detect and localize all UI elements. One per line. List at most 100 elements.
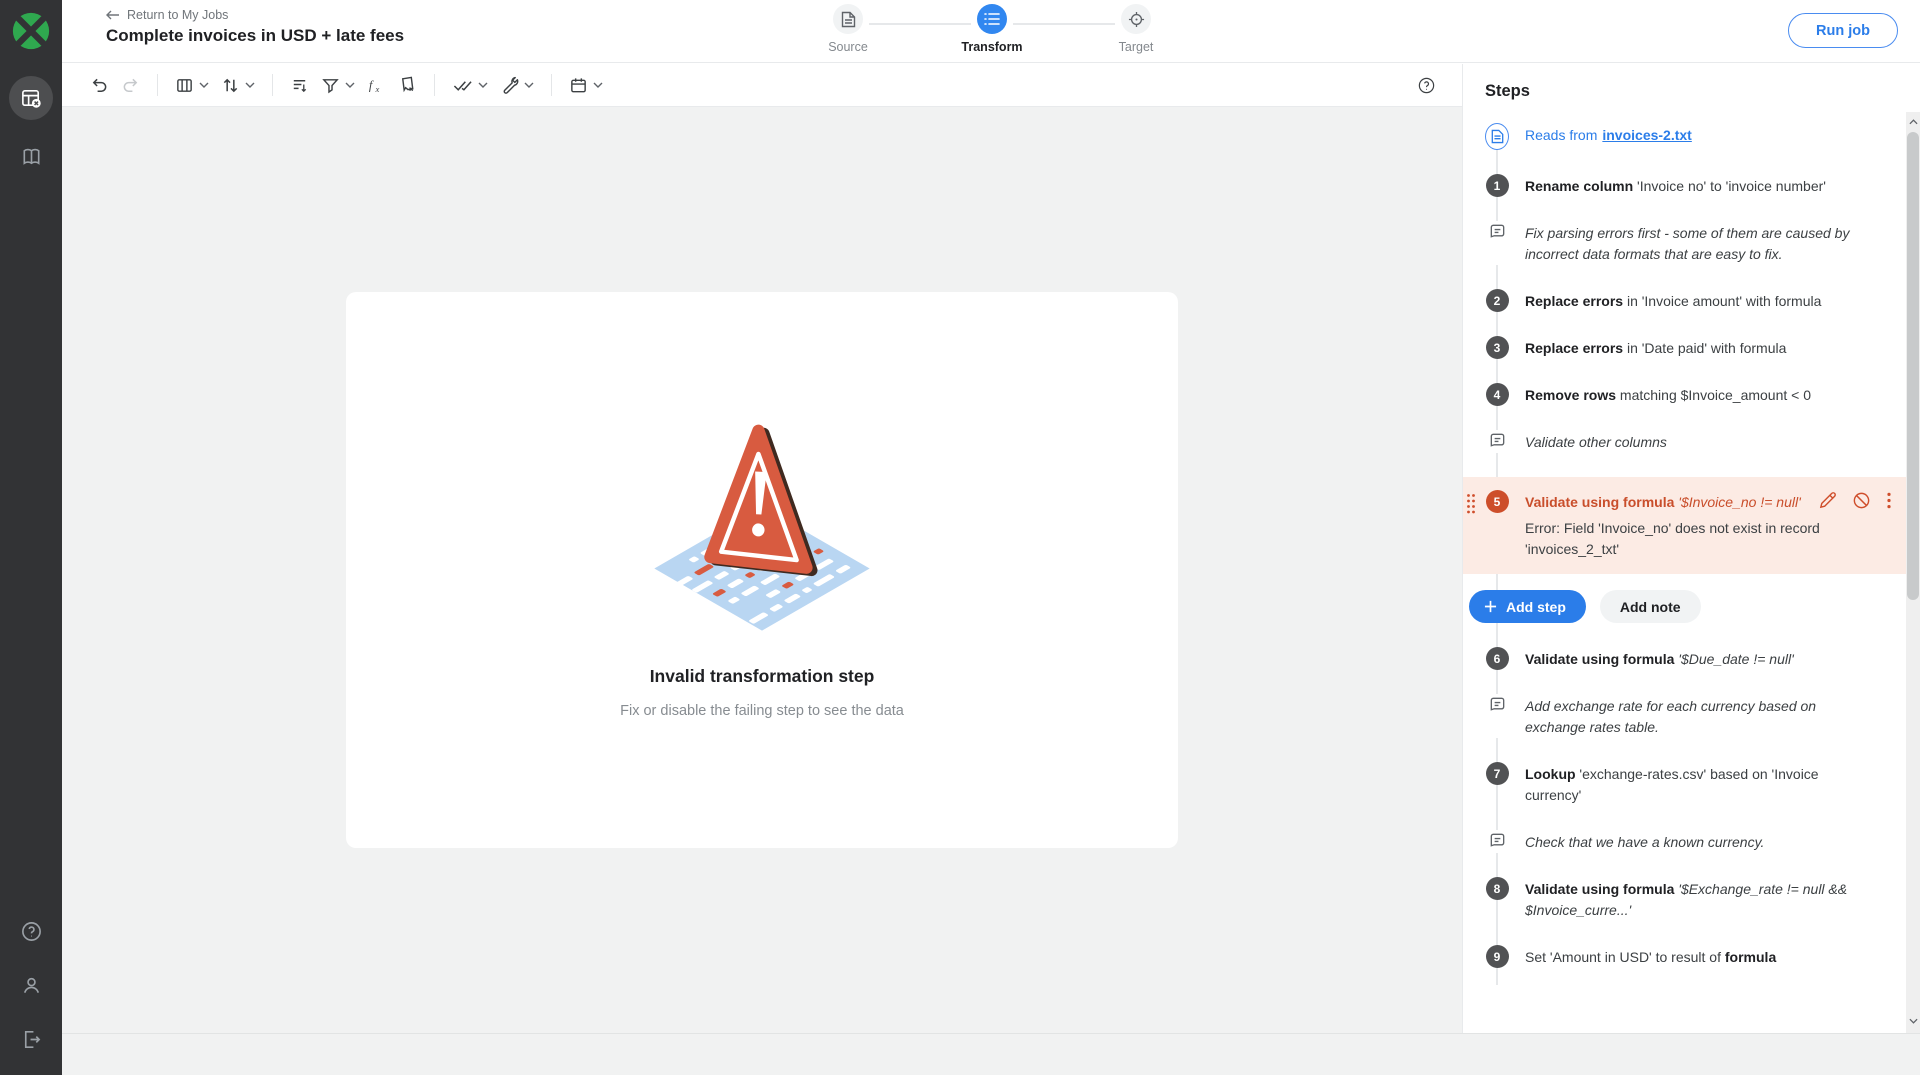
step-action: Replace errors	[1525, 293, 1623, 309]
kebab-menu-icon	[1886, 491, 1892, 510]
help-icon	[1417, 76, 1436, 95]
step-formula: '$Invoice_no != null'	[1674, 494, 1800, 510]
bottom-strip	[62, 1033, 1920, 1075]
undo-icon	[90, 76, 109, 95]
table-edit-icon	[20, 87, 43, 110]
run-job-button[interactable]: Run job	[1788, 13, 1898, 48]
formula-button[interactable]: f x	[361, 71, 392, 100]
double-check-icon	[452, 76, 473, 95]
note-icon	[1488, 222, 1507, 241]
step-row-9[interactable]: 9 Set 'Amount in USD' to result of formu…	[1463, 945, 1920, 968]
note-icon	[1488, 831, 1507, 850]
step-row-6[interactable]: 6 Validate using formula '$Due_date != n…	[1463, 647, 1920, 670]
step-number-badge-error: 5	[1486, 490, 1509, 513]
toolbar-divider	[157, 74, 158, 96]
step-menu-button[interactable]	[1886, 491, 1892, 510]
note-icon	[1488, 695, 1507, 714]
error-subtitle: Fix or disable the failing step to see t…	[620, 703, 904, 719]
page-x-icon	[398, 76, 417, 95]
chevron-down-icon	[524, 82, 534, 88]
step-number-badge: 4	[1486, 383, 1509, 406]
clover-logo-icon	[11, 11, 51, 51]
app-logo[interactable]	[0, 0, 62, 62]
note-row[interactable]: Check that we have a known currency.	[1463, 830, 1920, 853]
source-row[interactable]: Reads frominvoices-2.txt	[1463, 123, 1920, 150]
step-row-3[interactable]: 3 Replace errors in 'Date paid' with for…	[1463, 336, 1920, 359]
stepper-source[interactable]: Source	[786, 4, 910, 54]
canvas: Invalid transformation step Fix or disab…	[62, 107, 1462, 1033]
step-detail: 'Invoice no' to 'invoice number'	[1633, 178, 1826, 194]
chevron-down-icon	[1909, 1018, 1918, 1024]
toolbar: f x	[62, 64, 1462, 107]
rows-button[interactable]	[284, 71, 315, 100]
source-file-link[interactable]: invoices-2.txt	[1602, 127, 1691, 143]
date-format-menu-button[interactable]	[563, 71, 609, 100]
chevron-down-icon	[478, 82, 488, 88]
step-row-5-error[interactable]: 5 Validate using formula '$Invoice_no !=…	[1463, 477, 1920, 574]
add-step-button[interactable]: Add step	[1469, 590, 1586, 623]
step-row-2[interactable]: 2 Replace errors in 'Invoice amount' wit…	[1463, 289, 1920, 312]
scrollbar-down-button[interactable]	[1906, 1014, 1920, 1028]
redo-button[interactable]	[115, 71, 146, 100]
step-action: Validate using formula	[1525, 494, 1674, 510]
header: Return to My Jobs Complete invoices in U…	[62, 0, 1920, 63]
step-row-8[interactable]: 8 Validate using formula '$Exchange_rate…	[1463, 877, 1920, 921]
filter-menu-button[interactable]	[315, 71, 361, 100]
steps-scrollbar[interactable]	[1906, 112, 1920, 1033]
stepper: Source Transform Target	[786, 4, 1198, 60]
sort-menu-button[interactable]	[215, 71, 261, 100]
edit-step-button[interactable]	[1818, 491, 1837, 510]
step-action: formula	[1725, 949, 1776, 965]
disable-step-button[interactable]	[1852, 491, 1871, 510]
list-icon	[984, 12, 1000, 26]
columns-menu-button[interactable]	[169, 71, 215, 100]
back-link[interactable]: Return to My Jobs	[106, 8, 228, 22]
step-action: Validate using formula	[1525, 651, 1674, 667]
logout-icon	[20, 1028, 43, 1051]
steps-list: Reads frominvoices-2.txt 1 Rename column…	[1463, 123, 1920, 1003]
scrollbar-thumb[interactable]	[1907, 132, 1919, 600]
redo-icon	[121, 76, 140, 95]
stepper-target-label: Target	[1119, 40, 1154, 54]
scrollbar-up-button[interactable]	[1906, 115, 1920, 129]
note-row[interactable]: Fix parsing errors first - some of them …	[1463, 221, 1920, 265]
stepper-transform-label: Transform	[961, 40, 1022, 54]
sidebar-logout-button[interactable]	[9, 1017, 53, 1061]
sidebar-item-transform[interactable]	[9, 76, 53, 120]
note-row[interactable]: Validate other columns	[1463, 430, 1920, 453]
step-number-badge: 7	[1486, 762, 1509, 785]
step-number-badge: 6	[1486, 647, 1509, 670]
validate-menu-button[interactable]	[446, 71, 494, 100]
sidebar-item-docs[interactable]	[9, 134, 53, 178]
stepper-transform[interactable]: Transform	[930, 4, 1054, 54]
book-icon	[20, 145, 43, 168]
chevron-down-icon	[345, 82, 355, 88]
add-note-button[interactable]: Add note	[1600, 590, 1701, 623]
sidebar-account-button[interactable]	[9, 963, 53, 1007]
toolbar-help-button[interactable]	[1411, 71, 1442, 100]
pencil-icon	[1818, 491, 1837, 510]
wrench-icon	[500, 76, 519, 95]
mark-invalid-button[interactable]	[392, 71, 423, 100]
step-row-1[interactable]: 1 Rename column 'Invoice no' to 'invoice…	[1463, 174, 1920, 197]
step-row-4[interactable]: 4 Remove rows matching $Invoice_amount <…	[1463, 383, 1920, 406]
chevron-down-icon	[593, 82, 603, 88]
fix-tools-menu-button[interactable]	[494, 71, 540, 100]
step-detail: in 'Invoice amount' with formula	[1623, 293, 1821, 309]
stepper-target[interactable]: Target	[1074, 4, 1198, 54]
step-number-badge: 8	[1486, 877, 1509, 900]
step-row-7[interactable]: 7 Lookup 'exchange-rates.csv' based on '…	[1463, 762, 1920, 806]
back-arrow-icon	[106, 10, 120, 20]
step-number-badge: 2	[1486, 289, 1509, 312]
chevron-down-icon	[199, 82, 209, 88]
document-icon	[1491, 129, 1504, 144]
plus-icon	[1484, 600, 1497, 613]
drag-handle-icon[interactable]	[1466, 493, 1476, 520]
note-row[interactable]: Add exchange rate for each currency base…	[1463, 694, 1920, 738]
columns-icon	[175, 76, 194, 95]
undo-button[interactable]	[84, 71, 115, 100]
sidebar-help-button[interactable]	[9, 909, 53, 953]
chevron-down-icon	[245, 82, 255, 88]
page-title: Complete invoices in USD + late fees	[106, 26, 404, 46]
calendar-icon	[569, 76, 588, 95]
